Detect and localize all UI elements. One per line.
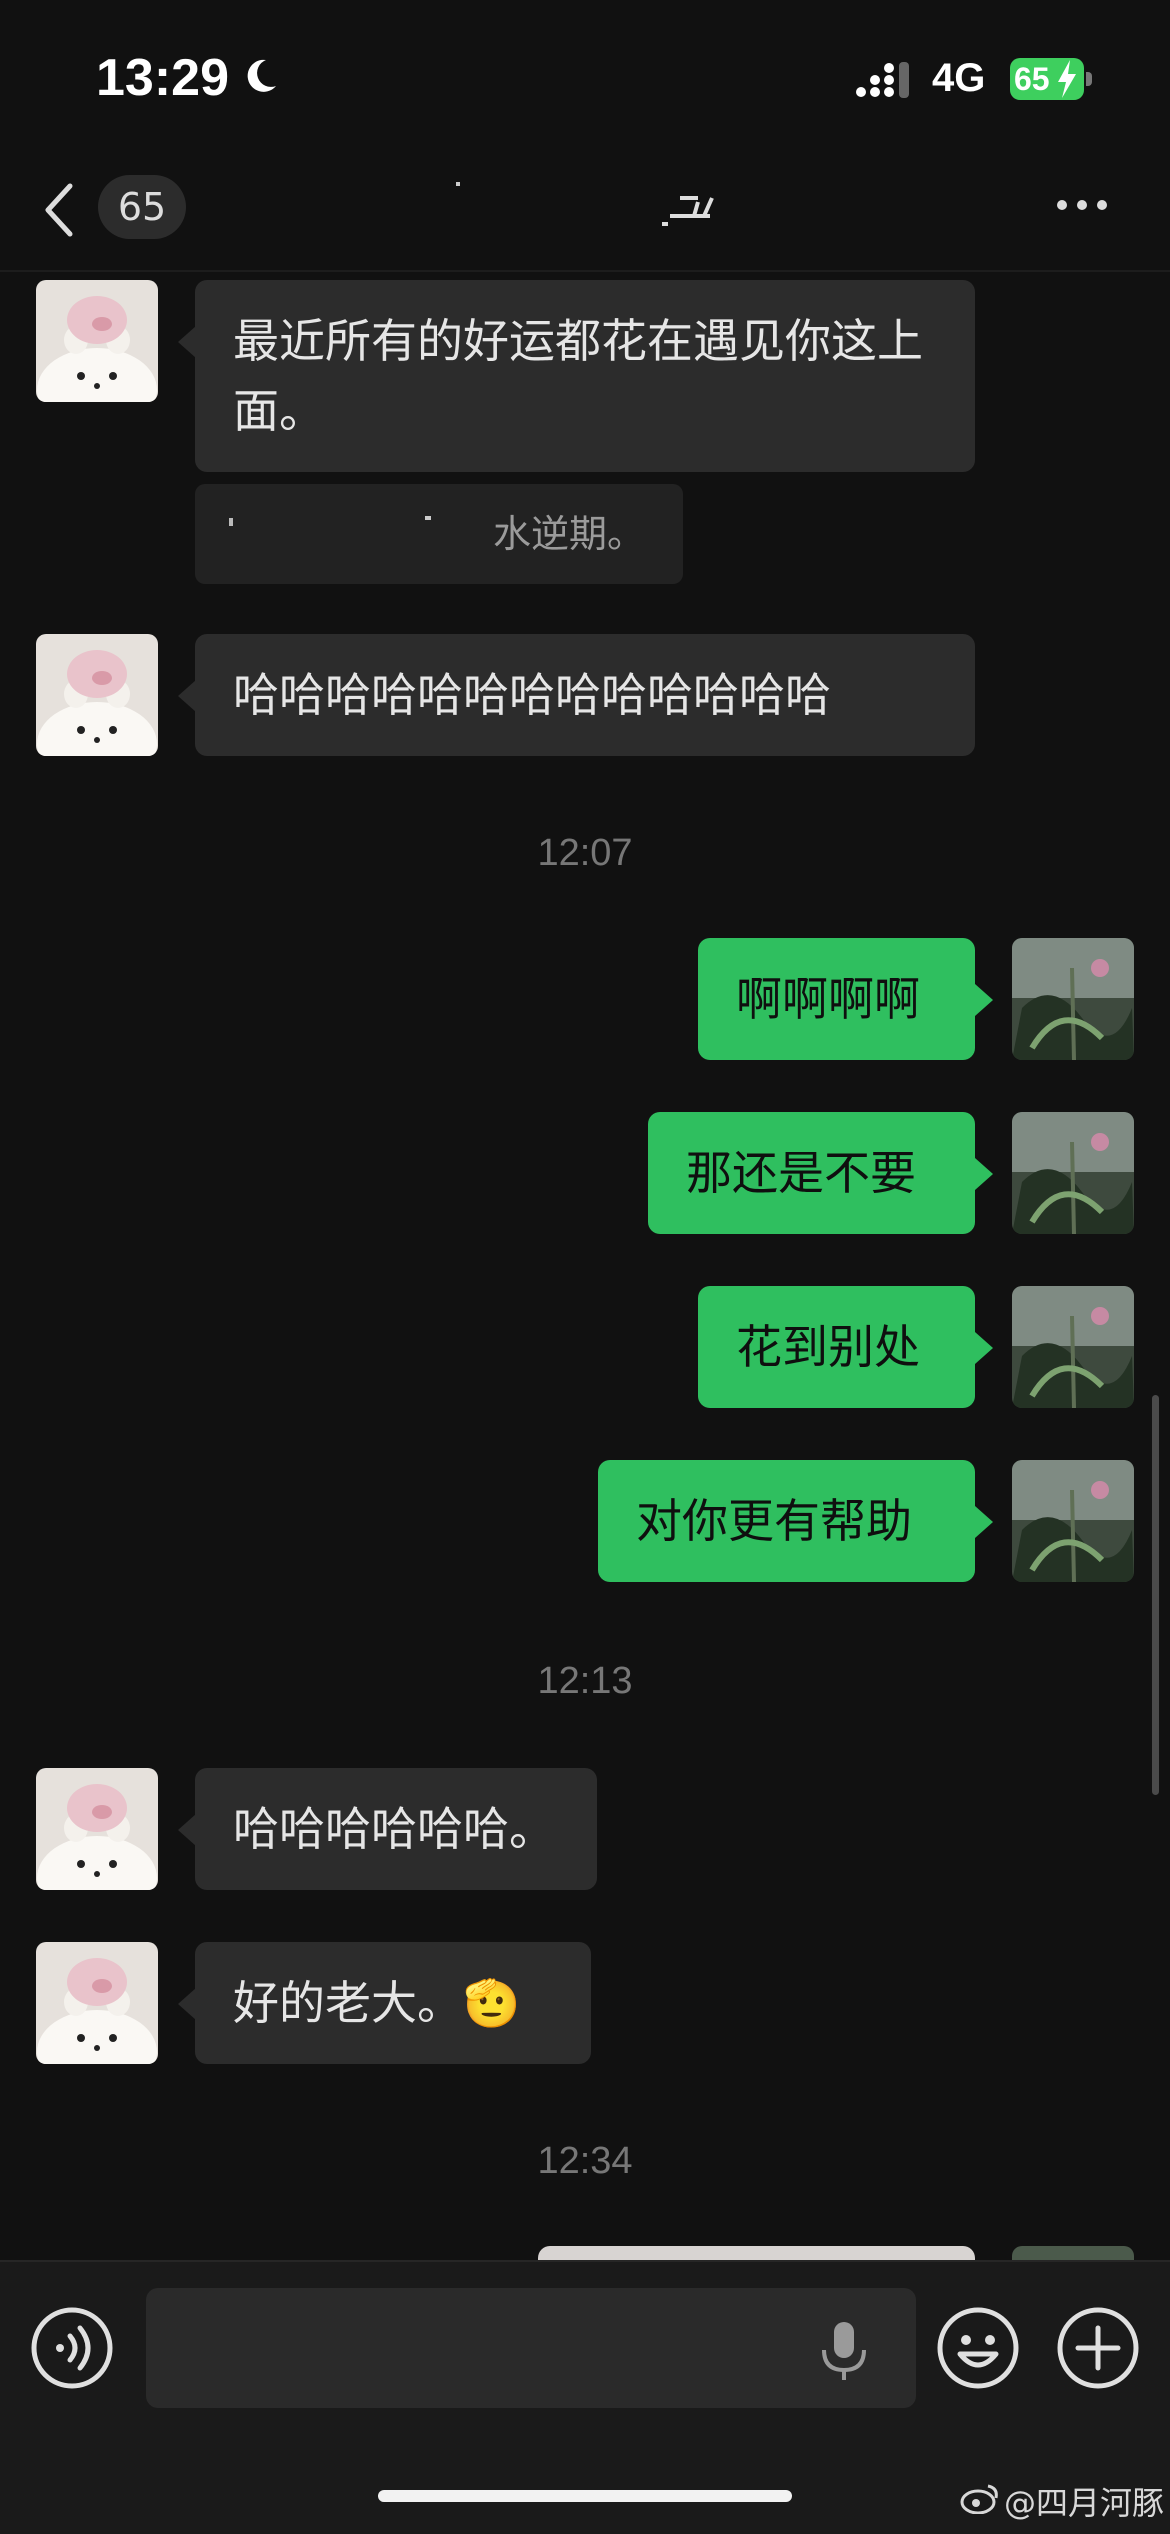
watermark-text: @四月河豚: [1004, 2484, 1165, 2522]
my-avatar[interactable]: [1012, 1112, 1134, 1234]
contact-avatar[interactable]: [36, 634, 158, 756]
pig-plush-avatar-icon: [36, 1768, 158, 1890]
status-bar: 13:29 4G 65: [0, 0, 1170, 150]
incoming-message-bubble[interactable]: 哈哈哈哈哈哈。: [195, 1768, 597, 1890]
status-time: 13:29: [96, 49, 229, 107]
timestamp: 12:07: [537, 832, 633, 874]
my-avatar[interactable]: [1012, 1286, 1134, 1408]
chat-header: 65: [0, 150, 1170, 272]
bubble-tail: [975, 1158, 993, 1190]
scroll-indicator[interactable]: [1152, 1395, 1159, 1795]
my-avatar[interactable]: [1012, 938, 1134, 1060]
salute-emoji: 🫡: [463, 1976, 521, 2030]
bubble-tail: [975, 984, 993, 1016]
quoted-text: 水逆期。: [492, 512, 645, 556]
contact-avatar[interactable]: [36, 1942, 158, 2064]
bubble-tail: [178, 1988, 196, 2020]
incoming-message-bubble[interactable]: 哈哈哈哈哈哈哈哈哈哈哈哈哈: [195, 634, 975, 756]
redacted-quote-marks: [229, 516, 431, 526]
pig-plush-avatar-icon: [36, 280, 158, 402]
plant-photo-avatar-icon: [1012, 1460, 1134, 1582]
my-avatar[interactable]: [1012, 2246, 1134, 2260]
more-options-icon[interactable]: [1052, 190, 1112, 220]
my-avatar[interactable]: [1012, 1460, 1134, 1582]
contact-avatar[interactable]: [36, 1768, 158, 1890]
pig-plush-avatar-icon: [36, 1942, 158, 2064]
message-text: 好的老大。: [233, 1976, 463, 2030]
incoming-message-bubble[interactable]: 最近所有的好运都花在遇见你这上面。: [195, 280, 975, 472]
bubble-tail: [975, 1332, 993, 1364]
outgoing-message-bubble[interactable]: 对你更有帮助: [598, 1460, 975, 1582]
unread-count-badge[interactable]: 65: [98, 175, 186, 239]
bubble-tail: [178, 326, 196, 358]
pig-plush-avatar-icon: [36, 634, 158, 756]
emoji-icon[interactable]: [936, 2306, 1020, 2390]
outgoing-message-bubble[interactable]: 啊啊啊啊: [698, 938, 975, 1060]
timestamp: 12:34: [537, 2140, 633, 2182]
plant-photo-avatar-icon: [1012, 1286, 1134, 1408]
signal-icon: [856, 62, 909, 98]
moon-icon: [247, 59, 276, 92]
outgoing-message-bubble[interactable]: 花到别处: [698, 1286, 975, 1408]
timestamp: 12:13: [537, 1660, 633, 1702]
bubble-tail: [178, 680, 196, 712]
mic-icon[interactable]: [814, 2318, 874, 2382]
voice-icon[interactable]: [30, 2306, 114, 2390]
plus-icon[interactable]: [1056, 2306, 1140, 2390]
back-chevron-icon[interactable]: [40, 180, 80, 240]
battery-tip: [1086, 72, 1092, 86]
bubble-tail: [975, 1506, 993, 1538]
contact-avatar[interactable]: [36, 280, 158, 402]
quoted-reply[interactable]: 水逆期。: [195, 484, 683, 584]
bubble-tail: [178, 1814, 196, 1846]
contact-name-redacted: [456, 182, 714, 226]
outgoing-message-bubble[interactable]: 那还是不要: [648, 1112, 975, 1234]
charging-bolt-icon: [1058, 60, 1076, 98]
plant-photo-avatar-icon: [1012, 938, 1134, 1060]
outgoing-image-message[interactable]: [538, 2246, 975, 2260]
message-input[interactable]: [146, 2288, 916, 2408]
plant-photo-avatar-icon: [1012, 1112, 1134, 1234]
incoming-message-bubble[interactable]: 好的老大。🫡: [195, 1942, 591, 2064]
weibo-logo-icon: [960, 2484, 998, 2514]
home-indicator[interactable]: [378, 2490, 792, 2502]
network-type: 4G: [932, 56, 986, 100]
